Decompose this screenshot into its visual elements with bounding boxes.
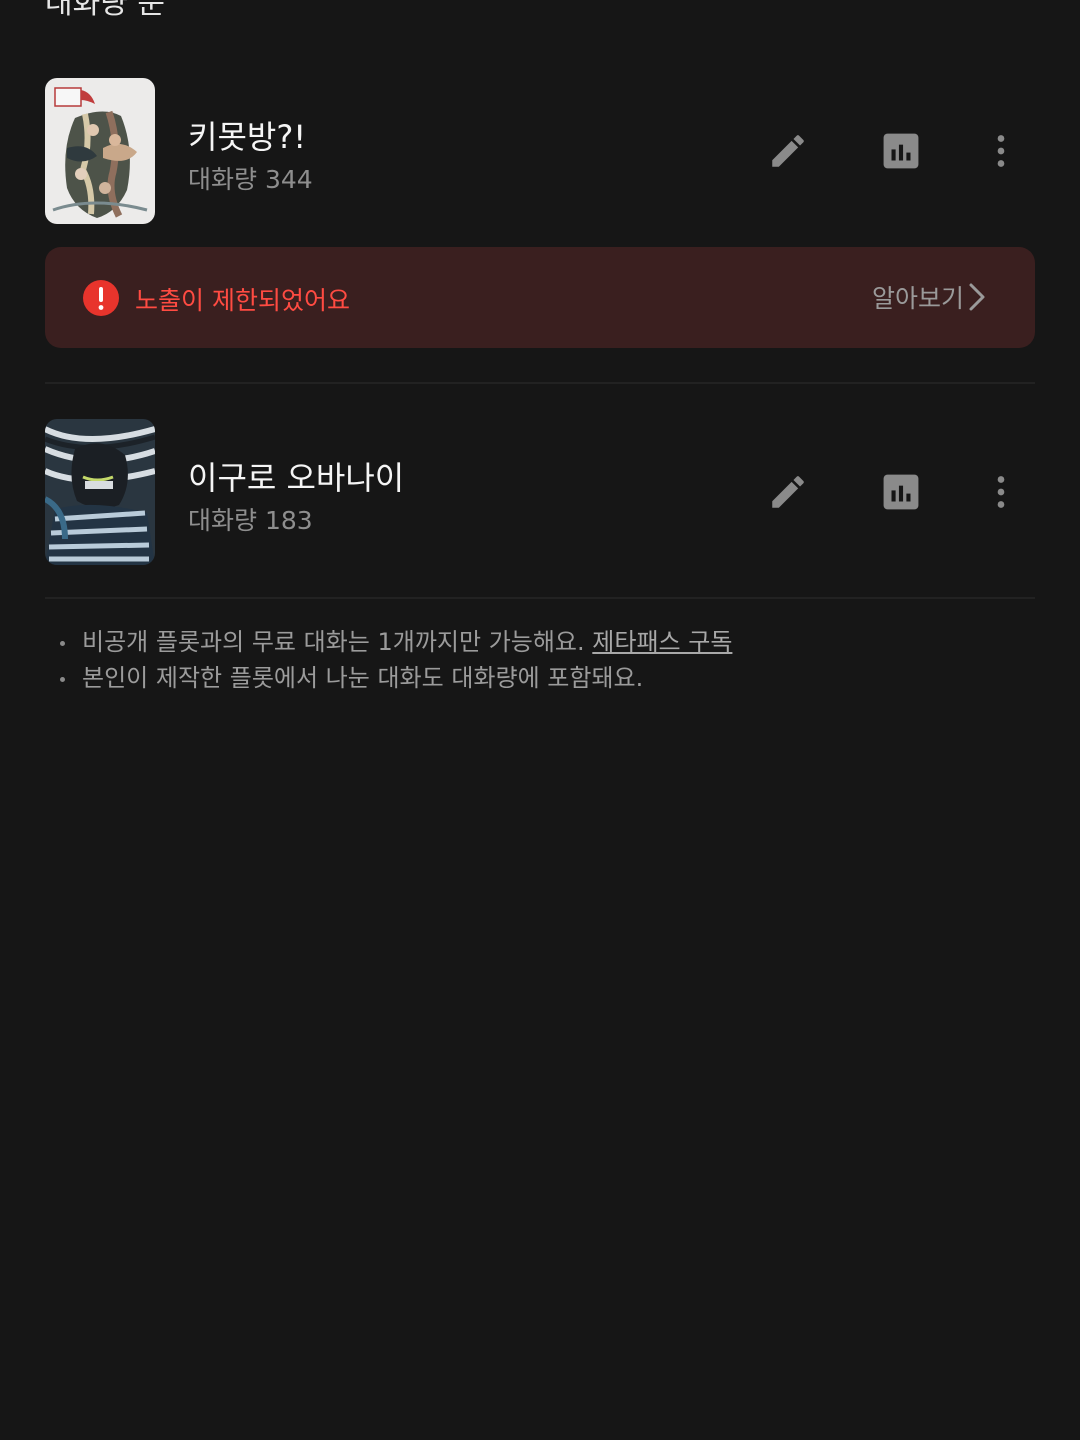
edit-button[interactable] (765, 128, 811, 174)
plot-item[interactable]: 이구로 오바나이 대화량 183 (45, 419, 1035, 565)
anime-poster-image (45, 78, 155, 224)
section-title: 대화량 순 (45, 0, 165, 21)
learn-more-link[interactable]: 알아보기 (872, 277, 990, 317)
exposure-restricted-banner: 노출이 제한되었어요 알아보기 (45, 247, 1035, 348)
edit-button[interactable] (765, 469, 811, 515)
chevron-right-icon (969, 283, 985, 311)
more-vertical-icon (997, 476, 1005, 508)
bar-chart-icon (883, 133, 919, 169)
divider (45, 597, 1035, 599)
plot-title[interactable]: 이구로 오바나이 (188, 453, 404, 499)
plot-title[interactable]: 키못방?! (188, 112, 306, 158)
pencil-icon (772, 476, 804, 508)
note-item: 본인이 제작한 플롯에서 나눈 대화도 대화량에 포함돼요. (55, 660, 732, 696)
plot-chat-count: 대화량 344 (188, 165, 313, 194)
more-vertical-icon (997, 135, 1005, 167)
plot-thumbnail[interactable] (45, 419, 155, 565)
more-options-button[interactable] (978, 469, 1024, 515)
warning-message: 노출이 제한되었어요 (135, 286, 350, 315)
more-options-button[interactable] (978, 128, 1024, 174)
plot-item[interactable]: 키못방?! 대화량 344 (45, 78, 1035, 224)
bar-chart-icon (883, 474, 919, 510)
stats-button[interactable] (878, 469, 924, 515)
plot-chat-count: 대화량 183 (188, 506, 313, 535)
stats-button[interactable] (878, 128, 924, 174)
note-item: 비공개 플롯과의 무료 대화는 1개까지만 가능해요. 제타패스 구독 (55, 624, 732, 660)
divider (45, 382, 1035, 384)
note-text: 본인이 제작한 플롯에서 나눈 대화도 대화량에 포함돼요. (82, 664, 644, 692)
info-notes: 비공개 플롯과의 무료 대화는 1개까지만 가능해요. 제타패스 구독 본인이 … (55, 624, 732, 696)
pencil-icon (772, 135, 804, 167)
zeta-pass-subscribe-link[interactable]: 제타패스 구독 (592, 628, 732, 656)
character-image (45, 419, 155, 565)
alert-icon (83, 280, 119, 316)
note-text: 비공개 플롯과의 무료 대화는 1개까지만 가능해요. (82, 628, 585, 656)
plot-thumbnail[interactable] (45, 78, 155, 224)
learn-more-label: 알아보기 (871, 284, 964, 313)
